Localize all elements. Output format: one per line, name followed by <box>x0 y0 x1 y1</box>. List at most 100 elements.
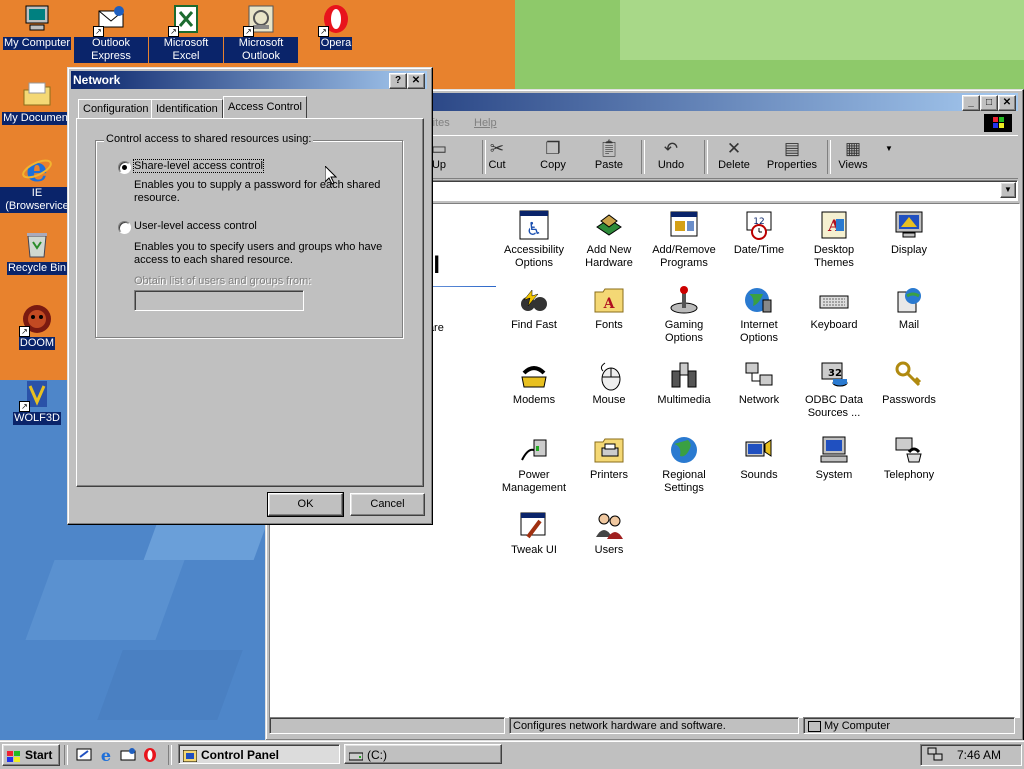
cp-item-modems[interactable]: Modems <box>496 359 572 407</box>
cp-item-find-fast[interactable]: Find Fast <box>496 284 572 332</box>
copy-label: Copy <box>540 159 566 171</box>
tab-access-control[interactable]: Access Control <box>223 96 307 118</box>
desktop-icon-ie-browser[interactable]: e IE (Browservice <box>0 150 74 213</box>
svg-text:A: A <box>603 296 616 312</box>
cp-item-label: Internet Options <box>740 319 778 344</box>
cp-item-label: Fonts <box>595 319 623 331</box>
cp-item-fonts[interactable]: A Fonts <box>571 284 647 332</box>
fonts-folder-icon: A <box>593 284 625 316</box>
network-dialog: Network ? ✕ Configuration Identification… <box>67 67 433 525</box>
paste-label: Paste <box>594 159 624 171</box>
clock[interactable]: 7:46 AM <box>957 748 1001 762</box>
tab-identification[interactable]: Identification <box>151 99 223 118</box>
wallpaper-light-green-pane <box>620 0 1024 60</box>
menu-help[interactable]: Help <box>474 117 497 129</box>
desktop-icon-wolf3d[interactable]: ↗ WOLF3D <box>0 378 74 425</box>
quicklaunch-opera-icon[interactable] <box>142 747 158 763</box>
desktop-icon-my-computer[interactable]: My Computer <box>0 3 74 50</box>
help-button[interactable]: ? <box>389 73 407 89</box>
cp-item-internet-options[interactable]: Internet Options <box>721 284 797 345</box>
user-level-radio[interactable] <box>118 221 131 234</box>
keys-icon <box>893 359 925 391</box>
desktop-icon-opera[interactable]: ↗ Opera <box>299 3 373 50</box>
cp-item-telephony[interactable]: Telephony <box>871 434 947 482</box>
copy-icon: ❐ <box>545 139 561 158</box>
cp-item-add-remove-programs[interactable]: Add/Remove Programs <box>646 209 722 270</box>
users-icon <box>593 509 625 541</box>
desktop-icon-outlook-express[interactable]: ↗ Outlook Express <box>74 3 148 63</box>
desktop-icon-my-documents[interactable]: My Document <box>0 78 74 125</box>
cp-item-gaming-options[interactable]: Gaming Options <box>646 284 722 345</box>
svg-text:32: 32 <box>828 368 842 379</box>
cp-item-keyboard[interactable]: Keyboard <box>796 284 872 332</box>
cp-item-users[interactable]: Users <box>571 509 647 557</box>
paste-button[interactable]: 📋︎ Paste <box>581 139 637 175</box>
maximize-button[interactable]: □ <box>980 95 998 111</box>
tab-configuration[interactable]: Configuration <box>78 99 154 118</box>
cp-item-tweak-ui[interactable]: Tweak UI <box>496 509 572 557</box>
cp-item-desktop-themes[interactable]: A Desktop Themes <box>796 209 872 270</box>
cp-item-system[interactable]: System <box>796 434 872 482</box>
close-button[interactable]: ✕ <box>998 95 1016 111</box>
cancel-button[interactable]: Cancel <box>350 493 425 516</box>
ok-button[interactable]: OK <box>267 492 344 517</box>
cp-item-regional-settings[interactable]: Regional Settings <box>646 434 722 495</box>
cp-item-label: Gaming Options <box>664 319 704 344</box>
svg-text:♿: ♿ <box>526 219 542 240</box>
cp-item-network[interactable]: Network <box>721 359 797 407</box>
properties-button[interactable]: ▤ Properties <box>761 139 823 175</box>
cp-item-label: Tweak UI <box>511 544 557 556</box>
undo-button[interactable]: ↶ Undo <box>643 139 699 175</box>
cp-item-label: Printers <box>590 469 628 481</box>
obtain-list-input[interactable] <box>134 290 304 311</box>
speaker-monitor-icon <box>743 434 775 466</box>
cp-item-printers[interactable]: Printers <box>571 434 647 482</box>
quicklaunch-desktop-icon[interactable] <box>76 747 92 763</box>
cp-item-passwords[interactable]: Passwords <box>871 359 947 407</box>
wallpaper-window-pane <box>97 650 243 720</box>
views-label: Views <box>838 159 868 171</box>
task-control-panel[interactable]: Control Panel <box>178 744 340 764</box>
cp-item-label: Date/Time <box>733 244 785 256</box>
network-dialog-title-bar[interactable]: Network ? ✕ <box>71 71 427 89</box>
share-level-label[interactable]: Share-level access control <box>132 159 265 173</box>
cp-item-date-time[interactable]: 12 Date/Time <box>721 209 797 257</box>
cp-item-power-management[interactable]: Power Management <box>496 434 572 495</box>
close-button[interactable]: ✕ <box>407 73 425 89</box>
task-c-drive[interactable]: (C:) <box>344 744 502 764</box>
desktop-icon-microsoft-excel[interactable]: ↗ Microsoft Excel <box>149 3 223 63</box>
cp-item-multimedia[interactable]: Multimedia <box>646 359 722 407</box>
cp-item-sounds[interactable]: Sounds <box>721 434 797 482</box>
desktop-icon-recycle-bin[interactable]: Recycle Bin <box>0 228 74 275</box>
desktop-icon-microsoft-outlook[interactable]: ↗ Microsoft Outlook <box>224 3 298 63</box>
cp-item-add-new-hardware[interactable]: Add New Hardware <box>571 209 647 270</box>
delete-button[interactable]: ✕ Delete <box>706 139 762 175</box>
cp-item-accessibility-options[interactable]: ♿ Accessibility Options <box>496 209 572 270</box>
my-computer-icon <box>21 3 53 35</box>
cp-item-mouse[interactable]: Mouse <box>571 359 647 407</box>
cp-item-odbc-data-sources[interactable]: 32 ODBC Data Sources ... <box>796 359 872 420</box>
address-dropdown-button[interactable]: ▼ <box>1000 182 1016 198</box>
cut-button[interactable]: ✂ Cut <box>469 139 525 175</box>
desktop-icon-doom[interactable]: ↗ DOOM <box>0 303 74 350</box>
quicklaunch-outlook-express-icon[interactable] <box>120 747 136 763</box>
views-dropdown-arrow-icon[interactable]: ▼ <box>885 144 893 153</box>
cp-item-label: Modems <box>512 394 556 406</box>
quicklaunch-ie-icon[interactable]: e <box>98 746 114 765</box>
cp-item-label: Passwords <box>882 394 936 406</box>
cp-item-label: Accessibility Options <box>504 244 564 269</box>
copy-button[interactable]: ❐ Copy <box>525 139 581 175</box>
taskbar-separator <box>64 745 68 765</box>
start-button[interactable]: Start <box>2 744 60 766</box>
undo-label: Undo <box>657 159 685 171</box>
cp-item-mail[interactable]: Mail <box>871 284 947 332</box>
cp-item-display[interactable]: Display <box>871 209 947 257</box>
add-remove-programs-icon <box>668 209 700 241</box>
shortcut-arrow-icon: ↗ <box>168 26 179 37</box>
minimize-button[interactable]: _ <box>962 95 980 111</box>
tray-network-icon[interactable] <box>927 747 943 761</box>
cp-item-label: Add/Remove Programs <box>652 244 716 269</box>
views-button[interactable]: ▦ Views <box>825 139 881 175</box>
user-level-label[interactable]: User-level access control <box>134 220 257 232</box>
share-level-radio[interactable] <box>118 161 131 174</box>
